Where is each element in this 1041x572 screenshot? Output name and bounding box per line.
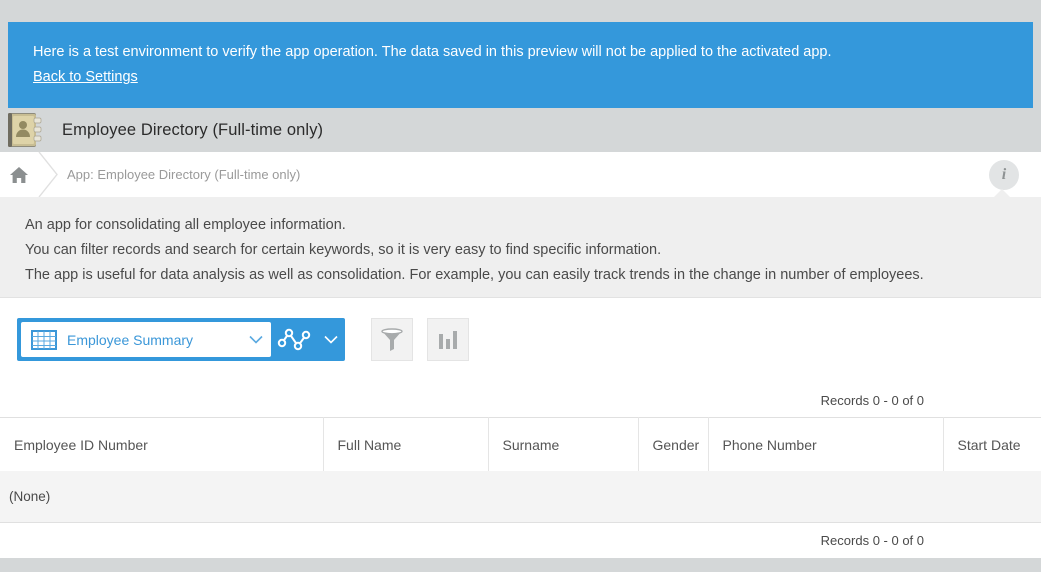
app-description: An app for consolidating all employee in… xyxy=(0,197,1041,297)
description-line: The app is useful for data analysis as w… xyxy=(25,267,924,283)
back-to-settings-link[interactable]: Back to Settings xyxy=(33,69,138,85)
column-header-phone-number[interactable]: Phone Number xyxy=(708,417,944,472)
bottom-strip xyxy=(0,558,1041,572)
app-title: Employee Directory (Full-time only) xyxy=(62,120,324,139)
column-header-gender[interactable]: Gender xyxy=(638,417,709,472)
breadcrumb: App: Employee Directory (Full-time only)… xyxy=(0,152,1041,197)
records-count-top: Records 0 - 0 of 0 xyxy=(0,385,1041,417)
column-header-full-name[interactable]: Full Name xyxy=(323,417,489,472)
table-header-row: Employee ID Number Full Name Surname Gen… xyxy=(0,417,1041,472)
preview-banner-message: Here is a test environment to verify the… xyxy=(33,44,832,60)
view-selector-group: Employee Summary xyxy=(17,318,345,361)
info-icon[interactable]: i xyxy=(989,160,1019,190)
records-table: Employee ID Number Full Name Surname Gen… xyxy=(0,417,1041,472)
column-header-employee-id[interactable]: Employee ID Number xyxy=(0,417,324,472)
view-selector-label: Employee Summary xyxy=(67,331,194,348)
breadcrumb-separator-icon xyxy=(38,152,58,197)
description-line: You can filter records and search for ce… xyxy=(25,242,662,258)
preview-banner: Here is a test environment to verify the… xyxy=(8,22,1033,108)
chart-button[interactable] xyxy=(427,318,469,361)
graph-view-button[interactable] xyxy=(271,318,317,361)
records-count-label: Records 0 - 0 of 0 xyxy=(820,533,924,548)
table-empty-row: (None) xyxy=(0,471,1041,523)
records-count-bottom: Records 0 - 0 of 0 xyxy=(0,523,1041,558)
records-count-label: Records 0 - 0 of 0 xyxy=(820,393,924,408)
chevron-down-icon xyxy=(324,335,338,344)
bar-chart-icon xyxy=(439,330,457,349)
funnel-filter-icon xyxy=(381,327,403,351)
view-toolbar: Employee Summary xyxy=(0,297,1041,385)
column-header-start-date[interactable]: Start Date xyxy=(943,417,1041,472)
table-view-icon xyxy=(31,329,57,350)
graph-view-dropdown-button[interactable] xyxy=(317,318,345,361)
home-icon[interactable] xyxy=(9,165,29,185)
breadcrumb-path[interactable]: App: Employee Directory (Full-time only) xyxy=(67,167,300,182)
address-book-icon xyxy=(8,113,42,147)
table-empty-label: (None) xyxy=(9,489,51,504)
description-line: An app for consolidating all employee in… xyxy=(25,217,346,233)
graph-nodes-icon xyxy=(277,328,311,350)
filter-button[interactable] xyxy=(371,318,413,361)
chevron-down-icon xyxy=(249,335,263,344)
view-selector-dropdown[interactable]: Employee Summary xyxy=(21,322,271,357)
app-screen: Here is a test environment to verify the… xyxy=(0,0,1041,572)
column-header-surname[interactable]: Surname xyxy=(488,417,639,472)
app-header: Employee Directory (Full-time only) xyxy=(0,108,1041,152)
